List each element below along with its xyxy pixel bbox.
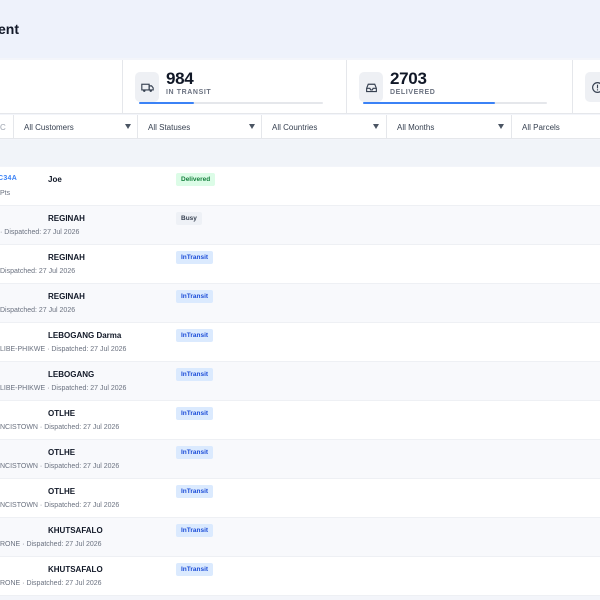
truck-icon (135, 72, 159, 102)
filter-parcels-label: All Parcels (522, 122, 560, 132)
row-meta: NCISTOWN · Dispatched: 27 Jul 2026 (0, 424, 120, 431)
chevron-down-icon (249, 124, 255, 129)
table-row[interactable]: REGINAH Dispatched: 27 Jul 2026 InTransi… (0, 284, 600, 323)
table-header (0, 140, 600, 166)
row-meta: Pts (0, 190, 11, 197)
status-badge: InTransit (176, 329, 214, 342)
chevron-down-icon (125, 124, 131, 129)
row-meta: NCISTOWN · Dispatched: 27 Jul 2026 (0, 502, 120, 509)
stat-value: 984 (166, 69, 194, 88)
table-row[interactable]: LEBOGANG Darma LIBE-PHIKWE · Dispatched:… (0, 323, 600, 362)
customer-name: KHUTSAFALO (48, 565, 103, 574)
customer-name: KHUTSAFALO (48, 526, 103, 535)
page-title: ent (0, 21, 19, 37)
customer-name: Joe (48, 175, 62, 184)
chevron-down-icon (498, 124, 504, 129)
customer-name: REGINAH (48, 292, 85, 301)
status-badge: InTransit (176, 485, 214, 498)
stat-card-alerts[interactable] (572, 60, 600, 114)
inbox-icon (359, 72, 383, 102)
filter-customers-select[interactable]: All Customers (13, 115, 131, 139)
alert-circle-icon (585, 72, 600, 102)
filter-countries-select[interactable]: All Countries (261, 115, 379, 139)
status-badge: InTransit (176, 524, 214, 537)
table-row[interactable]: OTLHE NCISTOWN · Dispatched: 27 Jul 2026… (0, 440, 600, 479)
stat-progress (363, 102, 547, 104)
status-badge: InTransit (176, 251, 214, 264)
table-row[interactable]: OTLHE NCISTOWN · Dispatched: 27 Jul 2026… (0, 479, 600, 518)
filter-statuses-select[interactable]: All Statuses (137, 115, 255, 139)
status-badge: InTransit (176, 368, 214, 381)
customer-name: OTLHE (48, 409, 76, 418)
page-header: ent (0, 0, 600, 58)
table-row[interactable]: KHUTSAFALO RONE · Dispatched: 27 Jul 202… (0, 557, 600, 596)
row-meta: LIBE-PHIKWE · Dispatched: 27 Jul 2026 (0, 346, 127, 353)
row-meta: Dispatched: 27 Jul 2026 (0, 268, 76, 275)
stats-bar: 984 IN TRANSIT 2703 DELIVERED (0, 60, 600, 114)
status-badge: Busy (176, 212, 202, 225)
filter-parcels-select[interactable]: All Parcels (511, 115, 600, 139)
filter-months-label: All Months (397, 122, 435, 132)
filter-statuses-label: All Statuses (148, 122, 191, 132)
customer-name: OTLHE (48, 448, 76, 457)
stat-label: IN TRANSIT (166, 89, 212, 96)
table-row[interactable]: REGINAH · Dispatched: 27 Jul 2026 Busy (0, 206, 600, 245)
customer-name: OTLHE (48, 487, 76, 496)
parcel-list: C34A Joe Pts Delivered REGINAH · Dispatc… (0, 167, 600, 596)
stat-progress-fill (139, 102, 195, 104)
row-meta: Dispatched: 27 Jul 2026 (0, 307, 76, 314)
status-badge: Delivered (176, 173, 216, 186)
customer-name: LEBOGANG (48, 370, 95, 379)
customer-name: LEBOGANG Darma (48, 331, 122, 340)
row-meta: RONE · Dispatched: 27 Jul 2026 (0, 580, 102, 587)
customer-name: REGINAH (48, 253, 85, 262)
row-meta: RONE · Dispatched: 27 Jul 2026 (0, 541, 102, 548)
stat-card-in-transit[interactable]: 984 IN TRANSIT (122, 60, 348, 114)
chevron-down-icon (373, 124, 379, 129)
table-row[interactable]: OTLHE NCISTOWN · Dispatched: 27 Jul 2026… (0, 401, 600, 440)
parcel-id[interactable]: C34A (0, 175, 17, 182)
row-meta: NCISTOWN · Dispatched: 27 Jul 2026 (0, 463, 120, 470)
status-badge: InTransit (176, 290, 214, 303)
row-meta: LIBE-PHIKWE · Dispatched: 27 Jul 2026 (0, 385, 127, 392)
filter-first-stub[interactable]: C (0, 115, 14, 139)
filter-customers-label: All Customers (24, 122, 74, 132)
table-row[interactable]: C34A Joe Pts Delivered (0, 167, 600, 206)
row-meta: · Dispatched: 27 Jul 2026 (0, 229, 80, 236)
table-row[interactable]: REGINAH Dispatched: 27 Jul 2026 InTransi… (0, 245, 600, 284)
filter-bar: C All Customers All Statuses All Countri… (0, 115, 600, 139)
filter-countries-label: All Countries (272, 122, 318, 132)
table-row[interactable]: LEBOGANG LIBE-PHIKWE · Dispatched: 27 Ju… (0, 362, 600, 401)
status-badge: InTransit (176, 446, 214, 459)
status-badge: InTransit (176, 407, 214, 420)
status-badge: InTransit (176, 563, 214, 576)
customer-name: REGINAH (48, 214, 85, 223)
filter-months-select[interactable]: All Months (386, 115, 504, 139)
stat-progress-fill (363, 102, 496, 104)
stat-value: 2703 (390, 69, 427, 88)
stat-label: DELIVERED (390, 89, 436, 96)
stat-card-delivered[interactable]: 2703 DELIVERED (346, 60, 572, 114)
table-row[interactable]: KHUTSAFALO RONE · Dispatched: 27 Jul 202… (0, 518, 600, 557)
stat-progress (139, 102, 323, 104)
